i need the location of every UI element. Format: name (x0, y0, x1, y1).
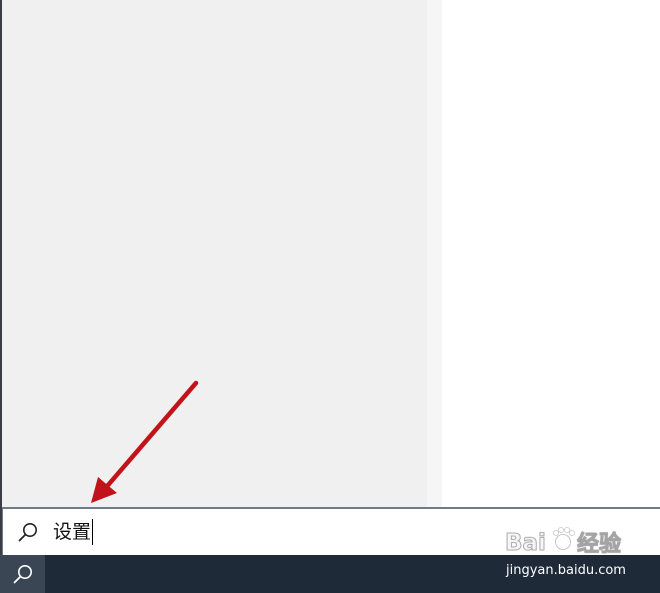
search-icon (13, 565, 32, 584)
search-results-panel (2, 0, 427, 508)
search-input[interactable]: 设置 (53, 519, 94, 545)
taskbar-search-button[interactable] (0, 555, 45, 593)
panel-divider (427, 0, 442, 508)
start-search-screen: 设置 Bai 经验 jingyan.baidu.com (0, 0, 660, 593)
result-preview-panel (442, 0, 660, 508)
search-box[interactable]: 设置 (2, 507, 660, 555)
text-cursor (92, 519, 94, 545)
taskbar (0, 555, 660, 593)
search-icon (17, 521, 39, 543)
search-query-text: 设置 (53, 521, 92, 543)
